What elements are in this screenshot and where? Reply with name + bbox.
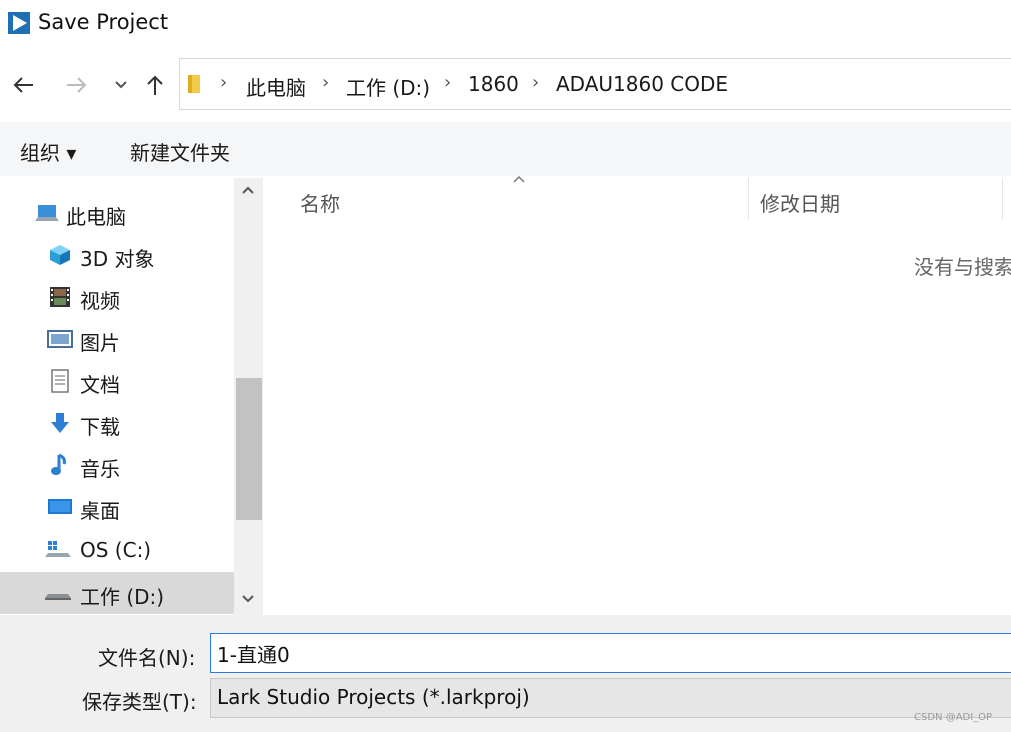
breadcrumb-this-pc[interactable]: 此电脑: [246, 72, 306, 101]
sidebar-item-3d-objects[interactable]: 3D 对象: [0, 234, 234, 276]
sidebar-item-label: 图片: [80, 331, 120, 355]
column-header-name[interactable]: 名称: [300, 188, 340, 217]
filename-input[interactable]: [210, 633, 1011, 673]
breadcrumb-work-drive[interactable]: 工作 (D:): [346, 72, 430, 101]
sidebar-item-label: 工作 (D:): [80, 585, 165, 609]
film-icon: [46, 284, 74, 310]
new-folder-button[interactable]: 新建文件夹: [130, 137, 230, 166]
window-title: Save Project: [38, 10, 169, 34]
sidebar-item-desktop[interactable]: 桌面: [0, 486, 234, 528]
computer-icon: [34, 200, 62, 226]
sidebar-item-documents[interactable]: 文档: [0, 360, 234, 402]
desktop-icon: [46, 494, 74, 520]
sidebar-item-label: OS (C:): [80, 538, 152, 562]
sidebar-item-pictures[interactable]: 图片: [0, 318, 234, 360]
play-triangle-icon: [8, 12, 30, 34]
arrow-left-icon: [11, 75, 35, 95]
download-arrow-icon: [46, 410, 74, 436]
forward-button[interactable]: [62, 70, 92, 100]
sidebar-item-music[interactable]: 音乐: [0, 444, 234, 486]
scrollbar-thumb[interactable]: [236, 378, 262, 520]
cube-3d-icon: [46, 242, 74, 268]
sidebar-item-os-c[interactable]: OS (C:): [0, 529, 234, 571]
file-list[interactable]: [264, 178, 1011, 615]
breadcrumb-adau1860-code[interactable]: ADAU1860 CODE: [556, 72, 728, 96]
scroll-down-icon[interactable]: [240, 589, 256, 610]
organize-button[interactable]: 组织 ▾: [20, 137, 76, 166]
folder-icon: [186, 73, 204, 99]
breadcrumb-1860[interactable]: 1860: [468, 72, 519, 96]
recent-locations-button[interactable]: [106, 70, 136, 100]
sidebar-item-downloads[interactable]: 下载: [0, 402, 234, 444]
sidebar-item-this-pc[interactable]: 此电脑: [0, 192, 234, 234]
empty-results-message: 没有与搜索: [914, 255, 1011, 279]
breadcrumb-separator: ›: [322, 72, 330, 93]
breadcrumb-separator: ›: [532, 72, 540, 93]
sidebar-item-label: 3D 对象: [80, 247, 155, 271]
arrow-right-icon: [65, 75, 89, 95]
sort-ascending-icon: [511, 172, 527, 188]
filetype-select[interactable]: Lark Studio Projects (*.larkproj): [210, 678, 1011, 718]
up-button[interactable]: [140, 70, 170, 100]
sidebar-item-label: 此电脑: [66, 205, 126, 229]
back-button[interactable]: [8, 70, 38, 100]
breadcrumb-separator: ›: [220, 72, 228, 93]
column-divider[interactable]: [748, 178, 749, 220]
sidebar-item-label: 视频: [80, 289, 120, 313]
filename-label: 文件名(N):: [98, 646, 196, 670]
filetype-label: 保存类型(T):: [82, 690, 197, 714]
arrow-up-icon: [145, 73, 165, 97]
picture-icon: [46, 326, 74, 352]
sidebar-item-label: 音乐: [80, 457, 120, 481]
sidebar-item-videos[interactable]: 视频: [0, 276, 234, 318]
document-icon: [46, 368, 74, 394]
column-divider[interactable]: [1002, 178, 1003, 220]
drive-icon: [44, 580, 72, 606]
watermark: CSDN @ADI_OP: [914, 712, 993, 723]
sidebar-item-label: 文档: [80, 373, 120, 397]
sidebar-item-label: 桌面: [80, 499, 120, 523]
music-note-icon: [46, 452, 74, 478]
windows-drive-icon: [44, 537, 72, 563]
column-header-modified-date[interactable]: 修改日期: [760, 188, 840, 217]
sidebar-item-label: 下载: [80, 415, 120, 439]
scroll-up-icon[interactable]: [240, 180, 256, 201]
breadcrumb-separator: ›: [444, 72, 452, 93]
chevron-down-icon: [113, 79, 129, 91]
sidebar-item-work-d[interactable]: 工作 (D:): [0, 572, 234, 614]
